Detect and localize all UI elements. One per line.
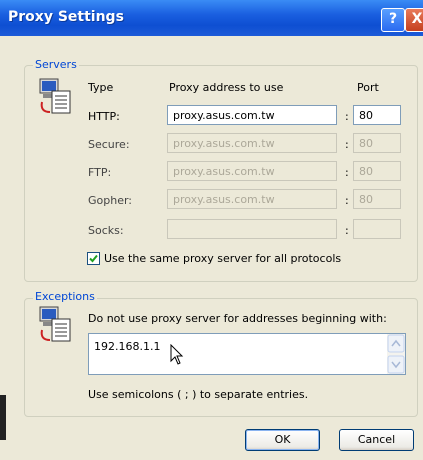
same-proxy-label[interactable]: Use the same proxy server for all protoc… <box>104 252 341 265</box>
secure-port-input[interactable]: 80 <box>353 133 401 153</box>
colon-separator: : <box>345 110 349 123</box>
gopher-address-input[interactable]: proxy.asus.com.tw <box>167 189 337 209</box>
ftp-port-input[interactable]: 80 <box>353 161 401 181</box>
exceptions-hint: Use semicolons ( ; ) to separate entries… <box>88 388 309 401</box>
checkmark-icon <box>89 254 98 263</box>
exceptions-legend: Exceptions <box>33 290 97 303</box>
exceptions-value: 192.168.1.1 <box>94 340 161 353</box>
close-button[interactable]: X <box>405 8 423 32</box>
proxy-settings-dialog: Proxy Settings ? X Servers Type Proxy ad… <box>0 0 423 460</box>
help-icon: ? <box>388 11 398 27</box>
http-address-input[interactable]: proxy.asus.com.tw <box>167 105 337 125</box>
computer-network-icon <box>39 78 71 114</box>
ftp-address-input[interactable]: proxy.asus.com.tw <box>167 161 337 181</box>
column-header-port: Port <box>357 81 379 94</box>
socks-address-input[interactable] <box>167 219 337 239</box>
colon-separator: : <box>345 224 349 237</box>
http-label: HTTP: <box>88 110 120 123</box>
colon-separator: : <box>345 194 349 207</box>
socks-label: Socks: <box>88 224 124 237</box>
servers-legend: Servers <box>33 58 79 71</box>
cancel-button[interactable]: Cancel <box>339 429 414 451</box>
exceptions-textarea[interactable]: 192.168.1.1 <box>88 333 406 375</box>
background-window-edge <box>0 395 6 440</box>
mouse-pointer-icon <box>170 344 184 365</box>
colon-separator: : <box>345 166 349 179</box>
ok-button[interactable]: OK <box>245 429 320 451</box>
secure-address-input[interactable]: proxy.asus.com.tw <box>167 133 337 153</box>
column-header-type: Type <box>88 81 114 94</box>
gopher-label: Gopher: <box>88 194 133 207</box>
colon-separator: : <box>345 138 349 151</box>
help-button[interactable]: ? <box>381 8 405 32</box>
computer-network-icon <box>39 306 71 342</box>
exceptions-description: Do not use proxy server for addresses be… <box>88 312 387 325</box>
window-title: Proxy Settings <box>8 9 124 25</box>
socks-port-input[interactable] <box>353 219 401 239</box>
column-header-address: Proxy address to use <box>169 81 284 94</box>
secure-label: Secure: <box>88 138 130 151</box>
exceptions-scrollbar[interactable] <box>387 334 405 374</box>
ftp-label: FTP: <box>88 166 112 179</box>
gopher-port-input[interactable]: 80 <box>353 189 401 209</box>
http-port-input[interactable]: 80 <box>353 105 401 125</box>
close-icon: X <box>411 11 423 27</box>
title-bar[interactable]: Proxy Settings ? X <box>0 0 423 36</box>
same-proxy-checkbox[interactable] <box>87 252 100 265</box>
